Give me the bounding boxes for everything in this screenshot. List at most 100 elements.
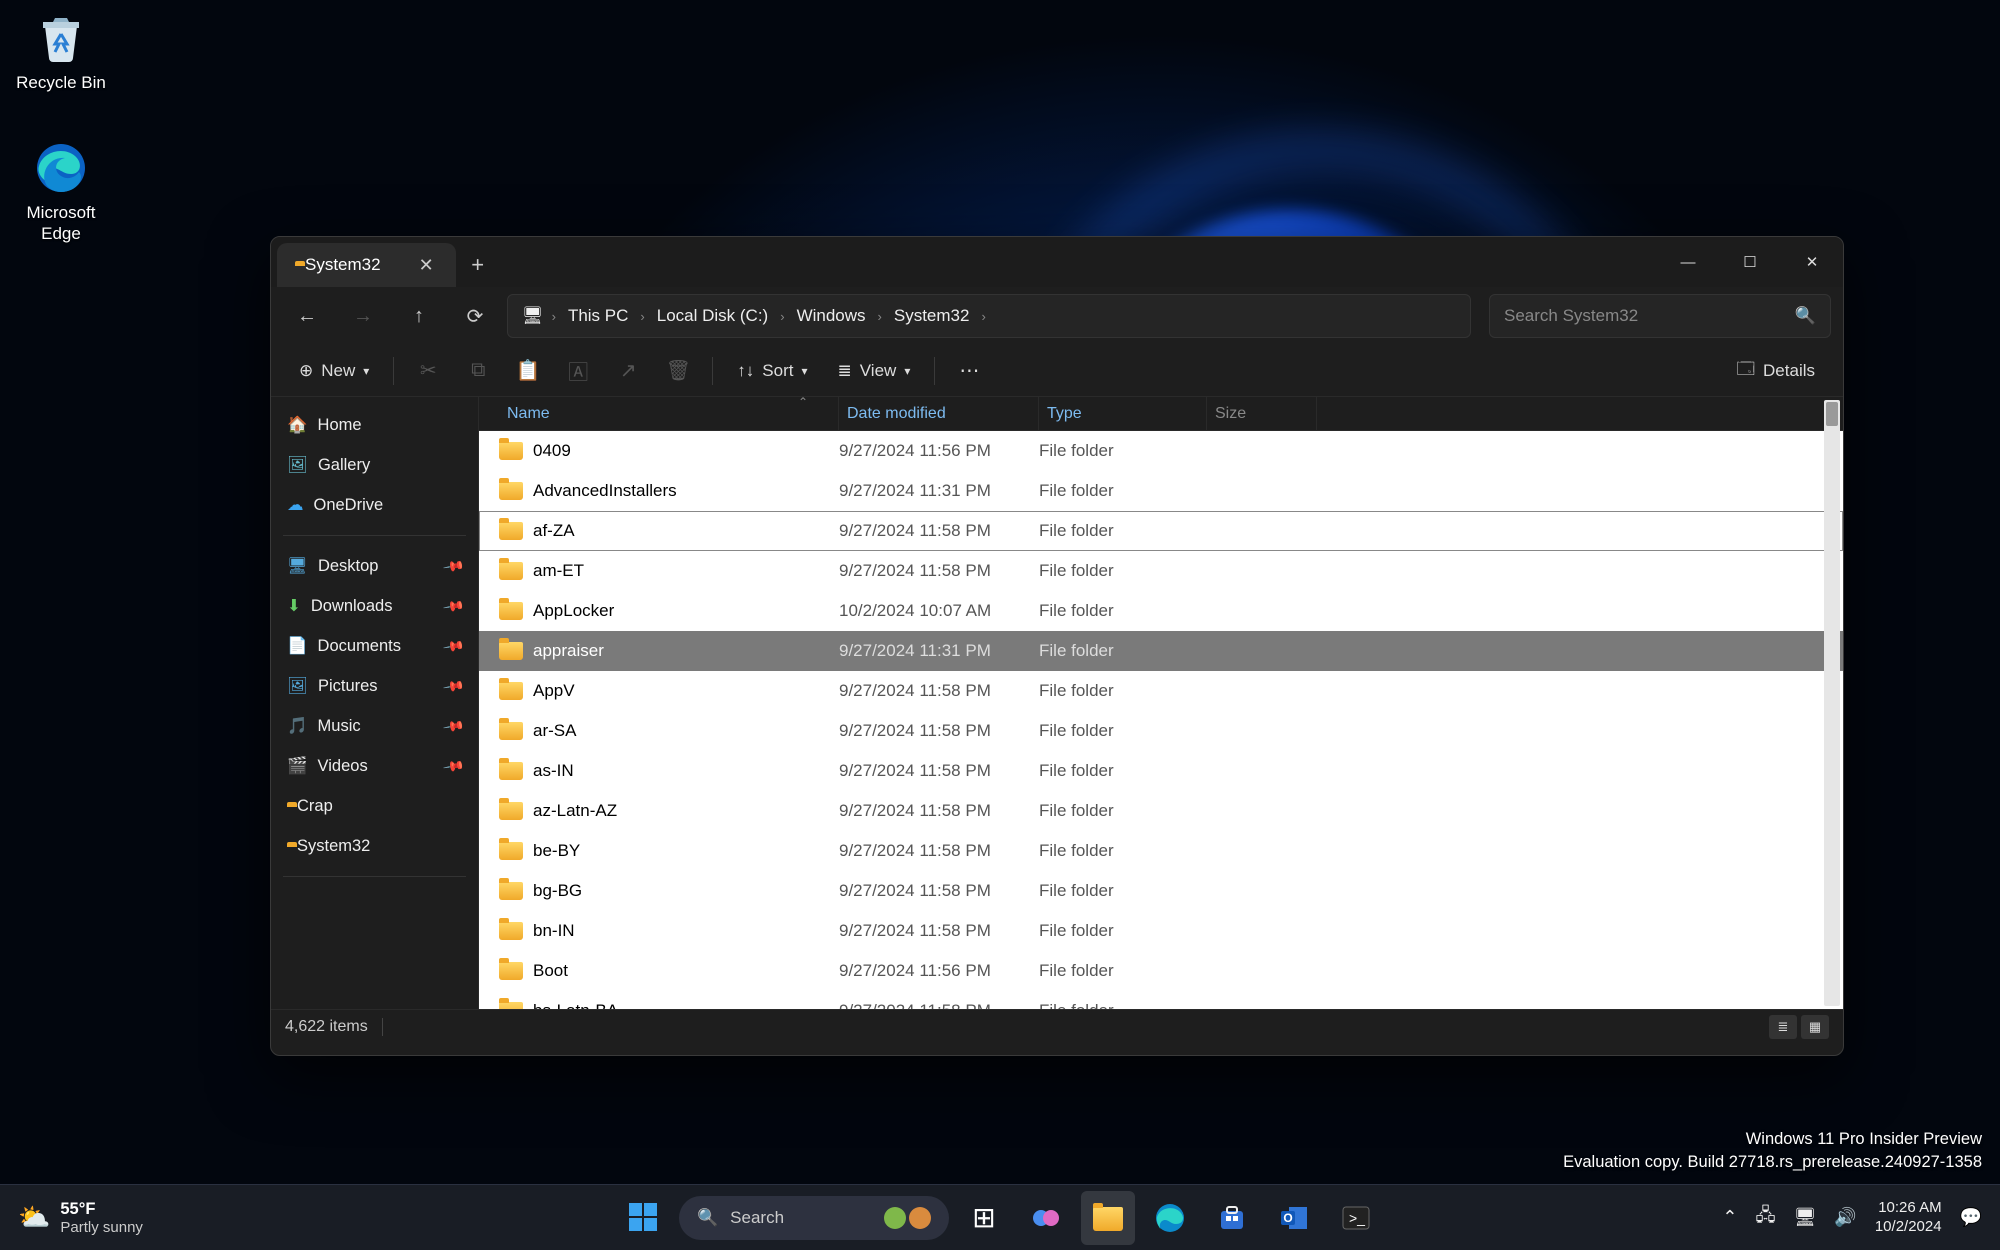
- file-row[interactable]: 04099/27/2024 11:56 PMFile folder: [479, 431, 1843, 471]
- file-row[interactable]: as-IN9/27/2024 11:58 PMFile folder: [479, 751, 1843, 791]
- taskbar: ⛅ 55°F Partly sunny 🔍 Search ⊞ O >_ ⌃ 🖧 …: [0, 1184, 2000, 1250]
- new-button[interactable]: ⊕New▾: [287, 352, 381, 390]
- sidebar-item-system32[interactable]: System32: [279, 826, 470, 866]
- scrollbar[interactable]: [1824, 400, 1840, 1006]
- outlook-taskbar[interactable]: O: [1267, 1191, 1321, 1245]
- cut-icon: ✂: [420, 358, 437, 383]
- folder-icon: [499, 479, 523, 503]
- column-header-type[interactable]: Type: [1039, 397, 1207, 430]
- file-row[interactable]: am-ET9/27/2024 11:58 PMFile folder: [479, 551, 1843, 591]
- start-button[interactable]: [617, 1191, 671, 1245]
- more-button[interactable]: ⋯: [947, 352, 991, 390]
- folder-icon: [499, 999, 523, 1009]
- maximize-button[interactable]: ☐: [1719, 237, 1781, 287]
- search-icon: 🔍: [697, 1208, 718, 1228]
- volume-icon[interactable]: 🔊: [1834, 1207, 1856, 1228]
- sidebar-item-desktop[interactable]: 🖥Desktop📌: [279, 546, 470, 586]
- sort-chevron-icon: ⌃: [798, 395, 808, 409]
- forward-button[interactable]: →: [339, 296, 387, 336]
- file-row[interactable]: AdvancedInstallers9/27/2024 11:31 PMFile…: [479, 471, 1843, 511]
- back-button[interactable]: ←: [283, 296, 331, 336]
- vpn-icon[interactable]: 🖧: [1755, 1203, 1775, 1233]
- rename-button[interactable]: 🄰: [556, 352, 600, 390]
- paste-button[interactable]: 📋: [506, 352, 550, 390]
- file-row[interactable]: az-Latn-AZ9/27/2024 11:58 PMFile folder: [479, 791, 1843, 831]
- folder-icon: [499, 559, 523, 583]
- breadcrumb-item[interactable]: Local Disk (C:): [657, 306, 768, 326]
- sidebar-item-home[interactable]: 🏠Home: [279, 405, 470, 445]
- file-row[interactable]: AppV9/27/2024 11:58 PMFile folder: [479, 671, 1843, 711]
- file-explorer-taskbar[interactable]: [1081, 1191, 1135, 1245]
- view-details-button[interactable]: ≣: [1769, 1015, 1797, 1039]
- edge-taskbar[interactable]: [1143, 1191, 1197, 1245]
- taskview-button[interactable]: ⊞: [957, 1191, 1011, 1245]
- nav-row: ← → ↑ ⟳ 🖥› This PC› Local Disk (C:)› Win…: [271, 287, 1843, 345]
- file-row[interactable]: bg-BG9/27/2024 11:58 PMFile folder: [479, 871, 1843, 911]
- sidebar-item-gallery[interactable]: 🖼Gallery: [279, 445, 470, 485]
- file-row[interactable]: Boot9/27/2024 11:56 PMFile folder: [479, 951, 1843, 991]
- file-row[interactable]: AppLocker10/2/2024 10:07 AMFile folder: [479, 591, 1843, 631]
- sidebar-item-downloads[interactable]: ⬇Downloads📌: [279, 586, 470, 626]
- breadcrumb-item[interactable]: System32: [894, 306, 970, 326]
- svg-text:>_: >_: [1349, 1210, 1365, 1226]
- desktop-icon-recycle-bin[interactable]: Recycle Bin: [6, 10, 116, 93]
- store-taskbar[interactable]: [1205, 1191, 1259, 1245]
- taskbar-search[interactable]: 🔍 Search: [679, 1196, 949, 1240]
- sidebar-item-onedrive[interactable]: ›☁OneDrive: [279, 485, 470, 525]
- file-row[interactable]: ar-SA9/27/2024 11:58 PMFile folder: [479, 711, 1843, 751]
- pin-icon: 📌: [441, 674, 465, 698]
- copilot-button[interactable]: [1019, 1191, 1073, 1245]
- sidebar-item-pictures[interactable]: 🖼Pictures📌: [279, 666, 470, 706]
- weather-widget[interactable]: ⛅ 55°F Partly sunny: [18, 1200, 143, 1236]
- breadcrumb-item[interactable]: This PC: [568, 306, 628, 326]
- documents-icon: 📄: [287, 637, 308, 656]
- file-list[interactable]: 04099/27/2024 11:56 PMFile folderAdvance…: [479, 431, 1843, 1009]
- close-tab-icon[interactable]: ✕: [419, 255, 434, 276]
- share-button[interactable]: ↗: [606, 352, 650, 390]
- column-headers: ⌃ Name Date modified Type Size: [479, 397, 1843, 431]
- refresh-button[interactable]: ⟳: [451, 296, 499, 336]
- window-tab[interactable]: System32 ✕: [277, 243, 456, 287]
- minimize-button[interactable]: —: [1657, 237, 1719, 287]
- taskbar-clock[interactable]: 10:26 AM 10/2/2024: [1875, 1199, 1942, 1237]
- details-pane-button[interactable]: 🗔Details: [1725, 352, 1827, 390]
- folder-icon: [499, 799, 523, 823]
- sidebar-item-music[interactable]: 🎵Music📌: [279, 706, 470, 746]
- copy-button[interactable]: ⧉: [456, 352, 500, 390]
- terminal-taskbar[interactable]: >_: [1329, 1191, 1383, 1245]
- file-row[interactable]: af-ZA9/27/2024 11:58 PMFile folder: [479, 511, 1843, 551]
- pin-icon: 📌: [441, 594, 465, 618]
- desktop-icon-edge[interactable]: Microsoft Edge: [6, 140, 116, 245]
- sidebar-item-documents[interactable]: 📄Documents📌: [279, 626, 470, 666]
- sort-button[interactable]: ↑↓Sort▾: [725, 352, 819, 390]
- breadcrumb-item[interactable]: Windows: [797, 306, 866, 326]
- search-input[interactable]: Search System32 🔍: [1489, 294, 1831, 338]
- delete-button[interactable]: 🗑: [656, 352, 700, 390]
- new-tab-button[interactable]: +: [456, 243, 500, 287]
- close-button[interactable]: ✕: [1781, 237, 1843, 287]
- file-row[interactable]: be-BY9/27/2024 11:58 PMFile folder: [479, 831, 1843, 871]
- column-header-size[interactable]: Size: [1207, 397, 1317, 430]
- cut-button[interactable]: ✂: [406, 352, 450, 390]
- onedrive-icon: ☁: [287, 495, 304, 515]
- ellipsis-icon: ⋯: [959, 358, 979, 383]
- sidebar-item-crap[interactable]: Crap: [279, 786, 470, 826]
- sidebar-item-videos[interactable]: 🎬Videos📌: [279, 746, 470, 786]
- network-icon[interactable]: 🖥: [1794, 1207, 1817, 1228]
- file-row[interactable]: appraiser9/27/2024 11:31 PMFile folder: [479, 631, 1843, 671]
- notifications-icon[interactable]: 💬: [1960, 1207, 1982, 1228]
- scrollbar-thumb[interactable]: [1826, 402, 1838, 426]
- view-grid-button[interactable]: ▦: [1801, 1015, 1829, 1039]
- view-button[interactable]: ≣View▾: [826, 352, 923, 390]
- file-row[interactable]: bs-Latn-BA9/27/2024 11:58 PMFile folder: [479, 991, 1843, 1009]
- up-button[interactable]: ↑: [395, 296, 443, 336]
- svg-text:O: O: [1283, 1211, 1292, 1225]
- pin-icon: 📌: [441, 554, 465, 578]
- taskview-icon: ⊞: [972, 1201, 995, 1234]
- tray-chevron-icon[interactable]: ⌃: [1722, 1207, 1737, 1228]
- folder-icon: [499, 439, 523, 463]
- file-row[interactable]: bn-IN9/27/2024 11:58 PMFile folder: [479, 911, 1843, 951]
- column-header-date[interactable]: Date modified: [839, 397, 1039, 430]
- column-header-name[interactable]: Name: [499, 397, 839, 430]
- address-bar[interactable]: 🖥› This PC› Local Disk (C:)› Windows› Sy…: [507, 294, 1471, 338]
